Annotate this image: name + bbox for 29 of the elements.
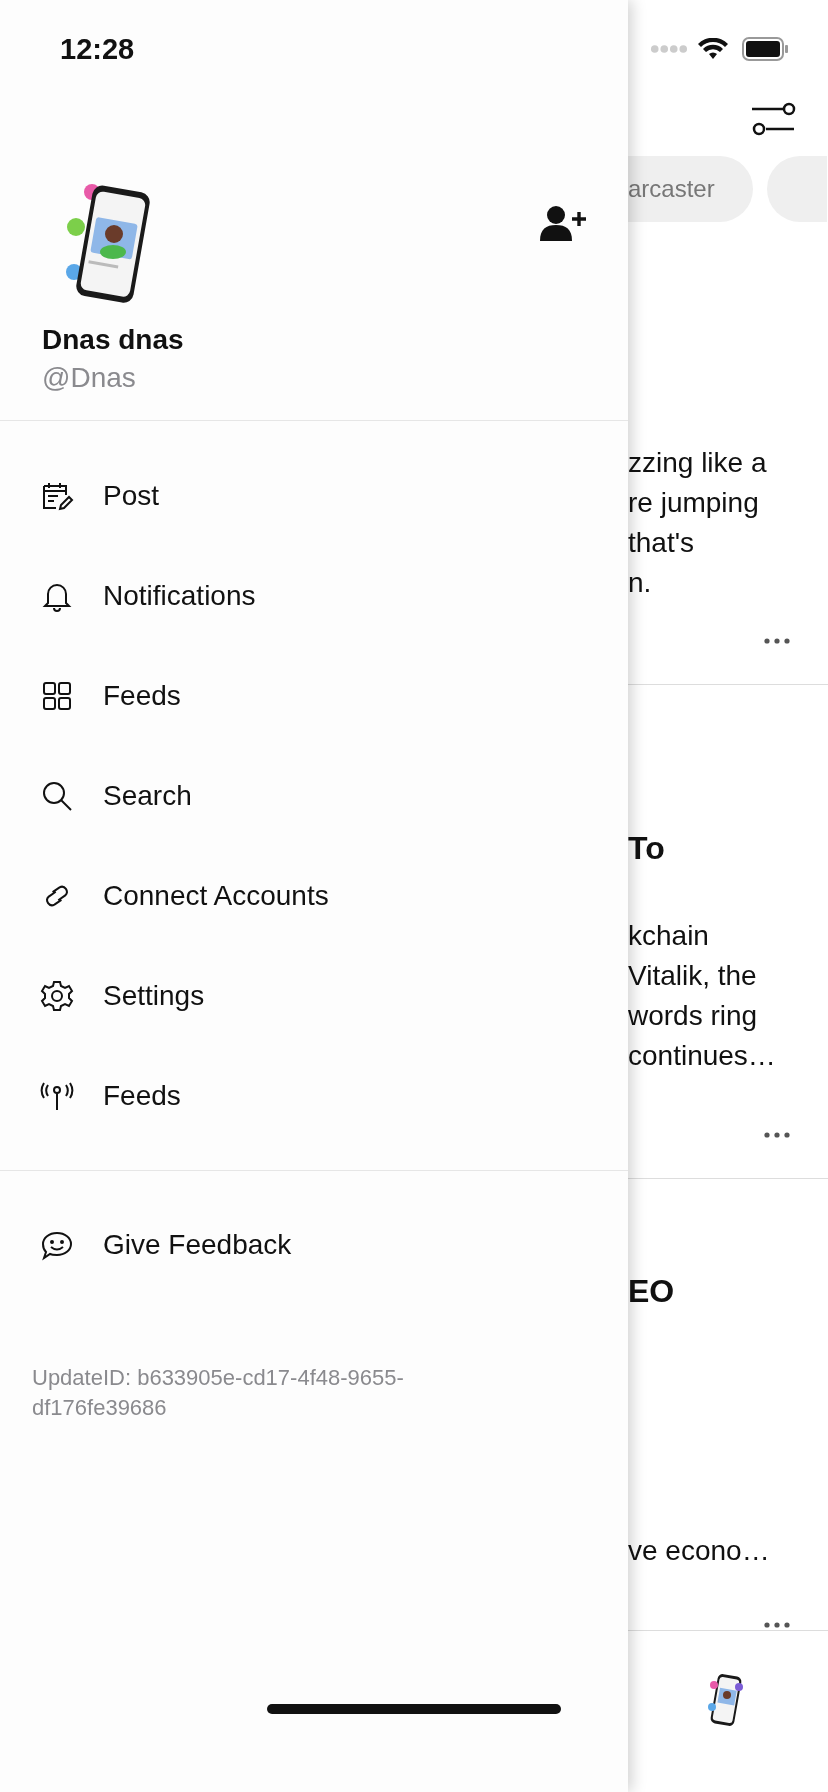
signal-icon	[650, 44, 688, 54]
profile-name: Dnas dnas	[42, 323, 185, 357]
post-text: kchain Vitalik, the words ring continues…	[628, 919, 777, 1073]
menu-item[interactable]: Settings	[0, 946, 628, 1046]
post-text: zzing like a re jumping that's n.	[628, 446, 768, 600]
more-icon[interactable]	[764, 1622, 790, 1628]
add-person-icon[interactable]	[540, 205, 586, 241]
filter-chip[interactable]: arcaster	[628, 156, 753, 222]
update-id-text: UpdateID: b633905e-cd17-4f48-9655-df176fe39686	[32, 1364, 405, 1422]
wifi-icon	[698, 38, 728, 60]
profile-handle: @Dnas	[42, 361, 137, 395]
menu-item[interactable]: Connect Accounts	[0, 846, 628, 946]
menu-item[interactable]: Notifications	[0, 546, 628, 646]
menu-item[interactable]: Search	[0, 746, 628, 846]
settings-icon	[40, 979, 74, 1013]
grid-icon	[40, 679, 74, 713]
search-icon	[40, 779, 74, 813]
status-time: 12:28	[60, 32, 135, 66]
filter-icon[interactable]	[750, 100, 796, 136]
more-icon[interactable]	[764, 1132, 790, 1138]
menu-item[interactable]: Feeds	[0, 646, 628, 746]
menu-item[interactable]: Give Feedback	[0, 1195, 628, 1295]
post-title: EO	[628, 1272, 676, 1311]
menu-item[interactable]: Feeds	[0, 1046, 628, 1146]
post-title: To	[628, 829, 666, 868]
menu-item[interactable]: Post	[0, 446, 628, 546]
more-icon[interactable]	[764, 638, 790, 644]
post-text: ve econo…	[628, 1534, 771, 1568]
battery-icon	[742, 37, 788, 61]
